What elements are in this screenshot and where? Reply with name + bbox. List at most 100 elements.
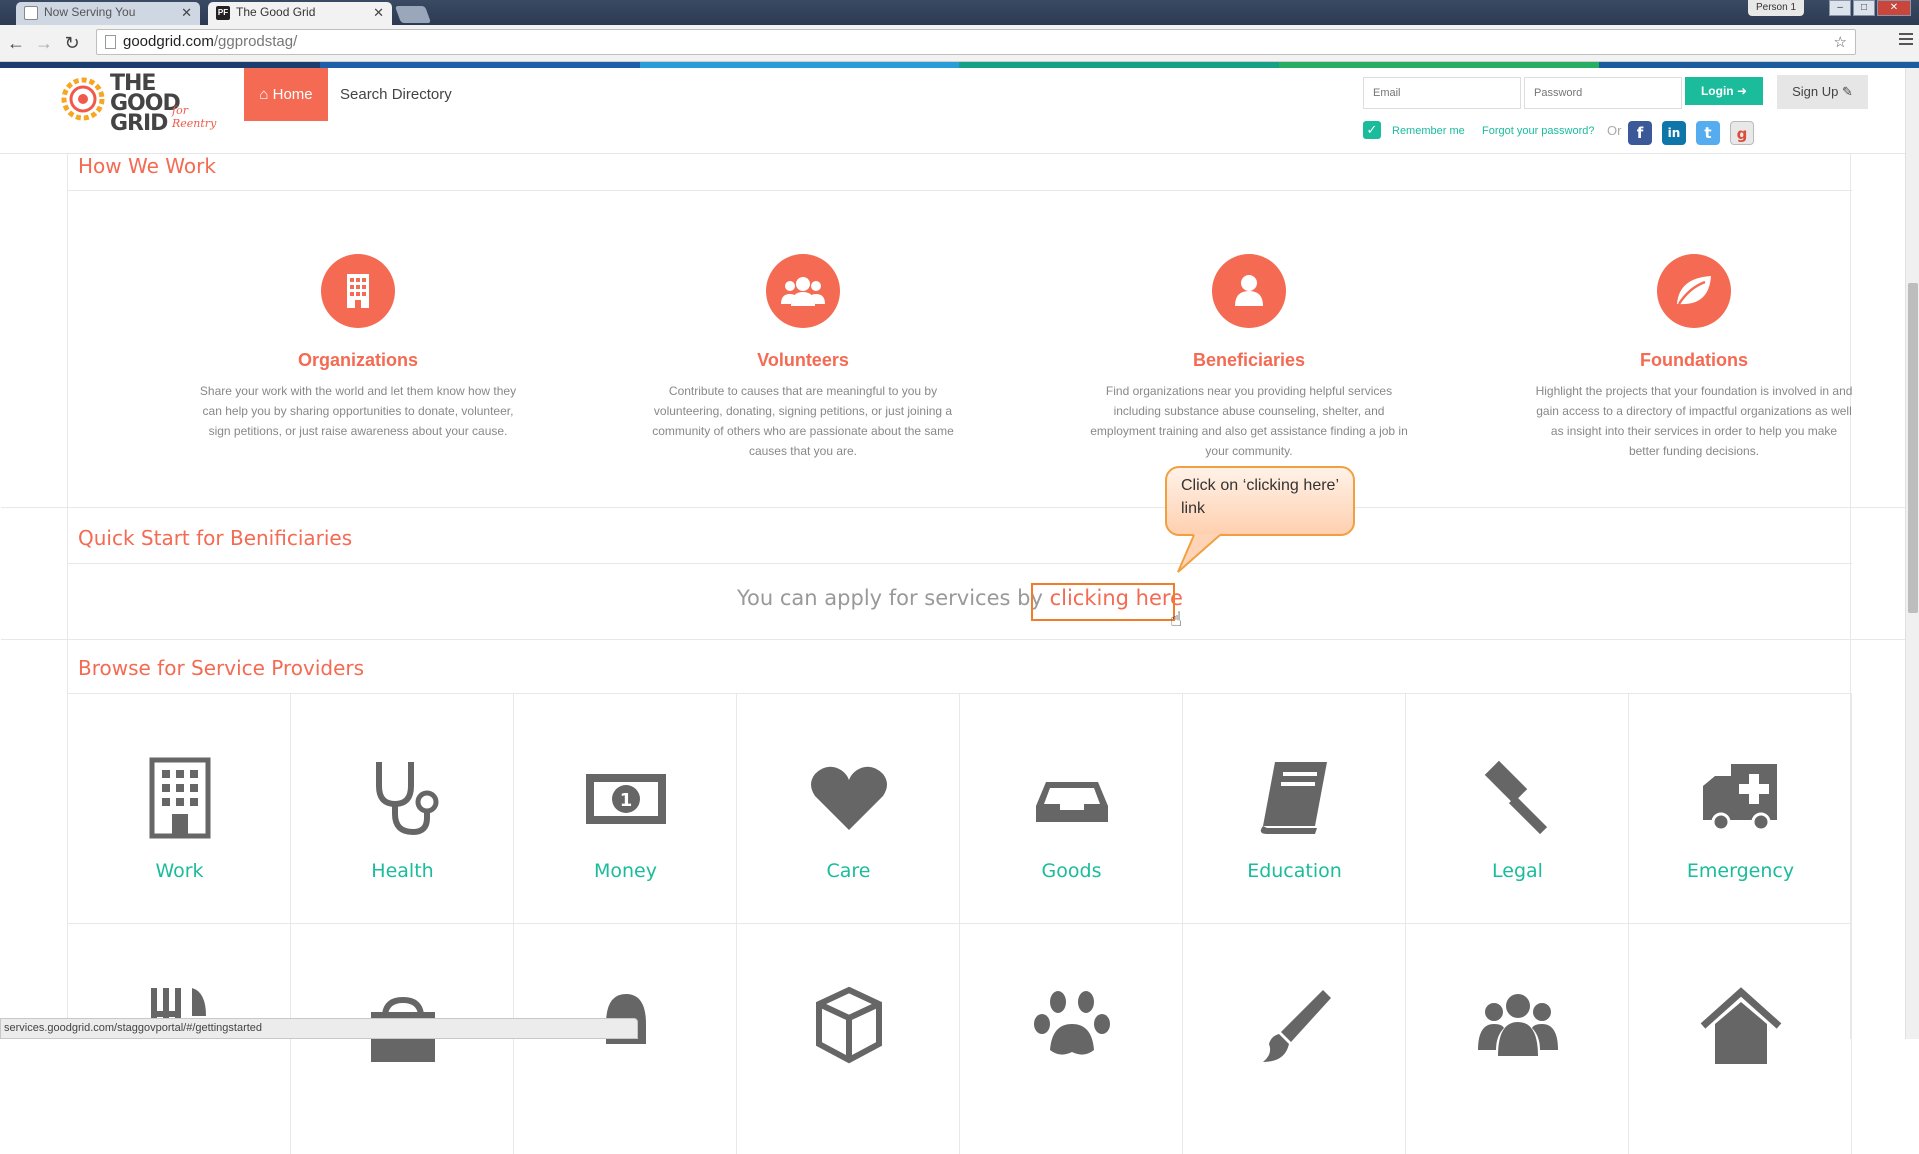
category-care[interactable]: Care [737,694,960,924]
apply-services-text: You can apply for services by clicking h… [737,586,1183,610]
home-icon [1700,987,1782,1064]
browse-providers-title: Browse for Service Providers [78,656,365,680]
main-content: How We Work Organizations Share your wor… [1,154,1906,1154]
browser-tab-bar: Now Serving You ✕ PF The Good Grid ✕ Per… [0,0,1919,25]
login-button[interactable]: Login ➜ [1685,77,1763,105]
callout-tail [1177,534,1221,573]
logo-subtitle: for Reentry [172,104,217,130]
new-tab-button[interactable] [394,6,432,23]
category-pets[interactable] [960,924,1183,1154]
hw-title: Volunteers [757,350,849,370]
category-bell[interactable] [514,924,737,1154]
page-scrollbar[interactable] [1905,68,1919,1039]
category-label: Legal [1492,860,1543,882]
linkedin-login-icon[interactable]: in [1662,121,1686,145]
url-text: goodgrid.com/ggprodstag/ [123,33,298,50]
category-food[interactable] [68,924,291,1154]
how-we-work-beneficiaries: Beneficiaries Find organizations near yo… [1079,254,1419,461]
password-input[interactable] [1524,77,1682,109]
logo-gear-icon [61,77,105,121]
hw-description: Find organizations near you providing he… [1090,384,1408,458]
money-icon: 1 [586,774,666,824]
browser-toolbar: ← → ↻ goodgrid.com/ggprodstag/ ☆ [0,25,1919,62]
category-money[interactable]: 1 Money [514,694,737,924]
heart-icon [811,766,887,830]
close-icon[interactable]: ✕ [373,2,384,23]
search-directory-link[interactable]: Search Directory [340,86,452,103]
signup-button[interactable]: Sign Up ✎ [1777,75,1868,109]
divider [68,563,1852,564]
tab-the-good-grid[interactable]: PF The Good Grid ✕ [208,2,392,25]
category-arts[interactable] [1183,924,1406,1154]
how-we-work-organizations: Organizations Share your work with the w… [188,254,528,441]
category-goods[interactable]: Goods [960,694,1183,924]
hand-cursor-icon: ☝ [1170,609,1183,631]
divider [1,507,1906,508]
maximize-button[interactable]: □ [1853,0,1875,16]
profile-button[interactable]: Person 1 [1748,0,1804,16]
category-legal[interactable]: Legal [1406,694,1629,924]
category-work[interactable]: Work [68,694,291,924]
svg-text:1: 1 [620,790,633,811]
category-label: Money [594,860,657,882]
user-icon [1212,254,1286,328]
forgot-password-link[interactable]: Forgot your password? [1482,125,1595,137]
category-label: Education [1247,860,1342,882]
tab-title: The Good Grid [236,5,316,19]
forward-button[interactable]: → [32,31,56,55]
category-education[interactable]: Education [1183,694,1406,924]
page-icon [105,35,116,49]
category-community[interactable] [1406,924,1629,1154]
building-icon [149,757,211,839]
category-health[interactable]: Health [291,694,514,924]
minimize-button[interactable]: – [1829,0,1851,16]
building-icon [321,254,395,328]
home-nav-button[interactable]: ⌂ Home [244,68,328,121]
category-label: Care [826,860,871,882]
or-text: Or [1607,123,1622,138]
hw-description: Share your work with the world and let t… [199,384,517,438]
instruction-callout: Click on ‘clicking here’ link [1165,466,1355,536]
category-bag[interactable] [291,924,514,1154]
remember-me-label: Remember me [1392,125,1465,137]
pf-favicon-icon: PF [216,6,230,20]
window-controls: – □ ✕ [1829,0,1911,16]
twitter-login-icon[interactable]: t [1696,121,1720,145]
hw-title: Foundations [1640,350,1748,370]
gavel-icon [1484,760,1548,835]
group-icon [1478,994,1558,1056]
ambulance-icon [1703,764,1777,832]
category-label: Work [155,860,204,882]
address-bar[interactable]: goodgrid.com/ggprodstag/ ☆ [96,29,1856,55]
home-icon: ⌂ [259,86,269,103]
email-input[interactable] [1363,77,1521,109]
bookmark-star-icon[interactable]: ☆ [1834,33,1847,51]
menu-icon[interactable] [1899,33,1913,48]
category-emergency[interactable]: Emergency [1629,694,1852,924]
back-button[interactable]: ← [4,31,28,55]
reload-button[interactable]: ↻ [60,31,84,55]
facebook-login-icon[interactable]: f [1628,121,1652,145]
status-bar-url: services.goodgrid.com/staggovportal/#/ge… [0,1018,638,1039]
tab-title: Now Serving You [44,5,136,19]
category-housing[interactable] [1629,924,1852,1154]
category-cube[interactable] [737,924,960,1154]
remember-me-checkbox[interactable]: ✓ [1363,121,1381,139]
google-login-icon[interactable]: g [1730,121,1754,145]
divider [1,639,1906,640]
logo[interactable]: THE GOOD GRID for Reentry [60,72,216,135]
scrollbar-thumb[interactable] [1908,283,1918,613]
leaf-icon [1657,254,1731,328]
brush-icon [1263,990,1331,1062]
stethoscope-icon [376,762,439,836]
category-label: Health [371,860,434,882]
quick-start-title: Quick Start for Benificiaries [78,526,353,550]
how-we-work-foundations: Foundations Highlight the projects that … [1524,254,1864,461]
highlight-box [1031,583,1175,621]
tab-now-serving-you[interactable]: Now Serving You ✕ [16,2,200,25]
category-label: Goods [1041,860,1102,882]
close-window-button[interactable]: ✕ [1877,0,1911,16]
hw-title: Beneficiaries [1192,350,1306,370]
inbox-icon [1036,782,1108,822]
close-icon[interactable]: ✕ [181,2,192,23]
